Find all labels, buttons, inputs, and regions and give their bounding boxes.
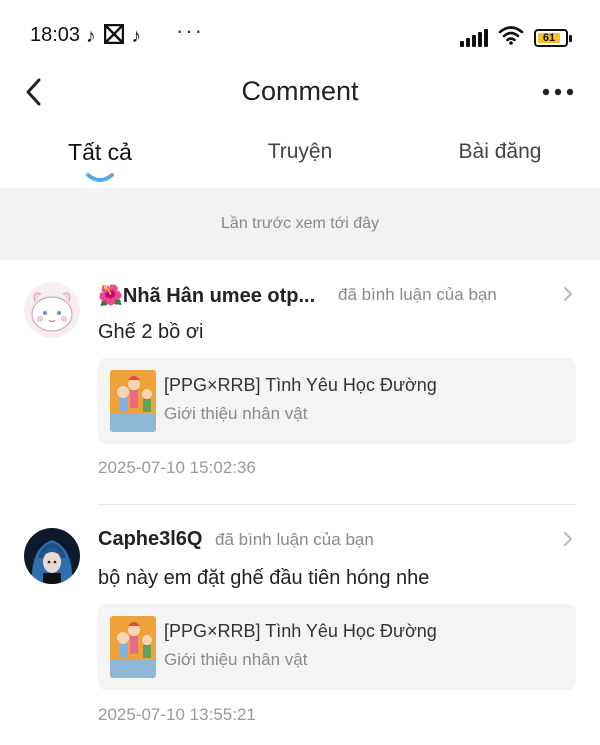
tab-bar: Tất cả Truyện Bài đăng [0, 128, 600, 186]
divider-line [98, 504, 576, 505]
comment-text: bộ này em đặt ghế đầu tiên hóng nhe [98, 567, 430, 589]
flower-emoji-icon: 🌺 [98, 285, 123, 307]
action-text: đã bình luận của bạn [215, 530, 374, 549]
avatar[interactable] [24, 282, 80, 338]
story-thumbnail [110, 370, 156, 432]
comment-text: Ghế 2 bồ ơi [98, 321, 204, 343]
story-card[interactable]: [PPG×RRB] Tình Yêu Học Đường Giới thiệu … [98, 604, 576, 690]
status-bar: 18:03 ♪ ♪ ··· 61 [0, 0, 600, 70]
status-app-icons: ♪ ♪ [86, 23, 142, 49]
battery-icon: 61 [534, 28, 572, 47]
signal-icon [460, 28, 488, 47]
comment-item[interactable]: Caphe3l6Q đã bình luận của bạn bộ này em… [0, 506, 600, 745]
tab-stories[interactable]: Truyện [220, 140, 380, 164]
status-time: 18:03 [30, 24, 81, 46]
app-header: Comment [0, 70, 600, 120]
more-options-button[interactable] [540, 80, 576, 104]
avatar[interactable] [24, 528, 80, 584]
notification-more-icon: ··· [176, 18, 204, 43]
chevron-right-icon[interactable] [562, 285, 574, 303]
page-title: Comment [241, 76, 359, 106]
capcut-icon [103, 23, 124, 49]
tab-all[interactable]: Tất cả [20, 139, 180, 166]
user-name-text: Caphe3l6Q [98, 528, 203, 550]
story-title: [PPG×RRB] Tình Yêu Học Đường [164, 375, 437, 395]
tiktok-icon: ♪ [86, 25, 96, 47]
tab-posts[interactable]: Bài đăng [420, 140, 580, 164]
comment-item[interactable]: 🌺Nhã Hân umee otp... đã bình luận của bạ… [0, 262, 600, 505]
story-thumbnail [110, 616, 156, 678]
tiktok-icon: ♪ [131, 25, 142, 47]
last-viewed-text: Lần trước xem tới đây [221, 215, 379, 232]
user-name-text: Nhã Hân umee otp... [122, 285, 316, 307]
user-name[interactable]: Caphe3l6Q [98, 528, 202, 551]
comment-timestamp: 2025-07-10 15:02:36 [98, 458, 256, 477]
story-chapter: Giới thiệu nhân vật [164, 404, 308, 423]
user-name[interactable]: 🌺Nhã Hân umee otp... [98, 283, 315, 308]
battery-percentage: 61 [542, 31, 556, 44]
comment-timestamp: 2025-07-10 13:55:21 [98, 705, 256, 724]
action-text: đã bình luận của bạn [338, 285, 497, 304]
more-horizontal-icon [542, 88, 574, 96]
story-card[interactable]: [PPG×RRB] Tình Yêu Học Đường Giới thiệu … [98, 358, 576, 444]
active-tab-indicator [86, 173, 114, 182]
chevron-right-icon[interactable] [562, 530, 574, 548]
story-title: [PPG×RRB] Tình Yêu Học Đường [164, 621, 437, 641]
last-viewed-divider: Lần trước xem tới đây [0, 188, 600, 260]
story-chapter: Giới thiệu nhân vật [164, 650, 308, 669]
wifi-icon [498, 25, 524, 50]
